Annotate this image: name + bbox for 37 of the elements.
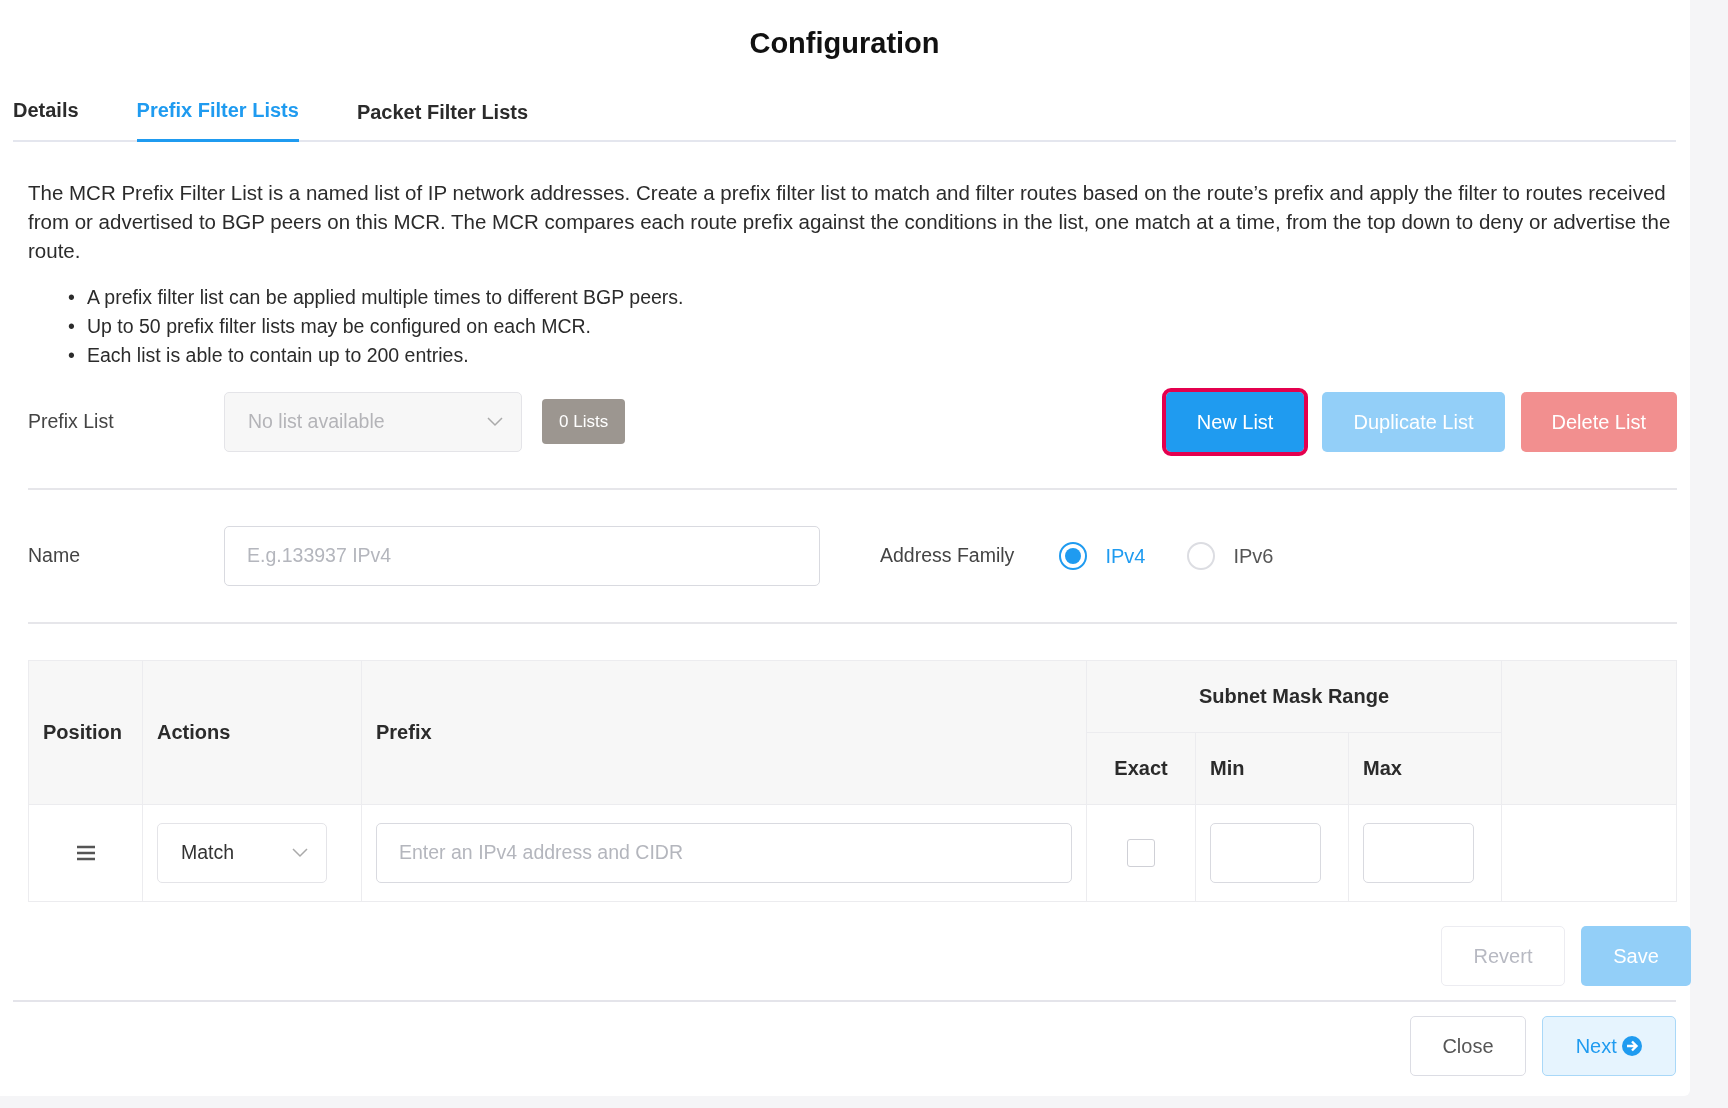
bullet-item: Each list is able to contain up to 200 entries. [87,342,469,368]
bullet-marker: • [68,313,76,339]
list-count-badge: 0 Lists [542,398,626,445]
max-input-field[interactable] [1363,822,1474,883]
column-header: Min [1195,732,1349,804]
next-button[interactable]: Next [1542,1015,1676,1076]
bullet-item: A prefix filter list can be applied multiple times to different BGP peers. [87,284,684,310]
dialog-title: Configuration [748,26,941,61]
bullet-marker: • [68,342,76,368]
action-select[interactable]: Match [157,822,327,883]
bullet-marker: • [68,284,76,310]
drag-handle-icon[interactable] [75,845,96,862]
tab[interactable]: Prefix Filter Lists [136,93,299,142]
action-button[interactable]: Close [1410,1015,1526,1076]
min-input-field[interactable] [1210,822,1321,883]
radio-label: IPv4 [1105,543,1146,569]
bullet-item: Up to 50 prefix filter lists may be configured on each MCR. [87,313,591,339]
field-label: Name [28,542,82,568]
tab[interactable]: Details [13,93,79,142]
field-label: Address Family [880,542,1015,568]
column-header: Prefix [361,660,1087,804]
tab[interactable]: Packet Filter Lists [356,93,529,142]
radio-label: IPv6 [1233,543,1274,569]
radio-button[interactable] [1059,541,1088,570]
chevron-down-icon [487,416,503,427]
column-group-header: Subnet Mask Range [1086,660,1502,732]
description-text: The MCR Prefix Filter List is a named list of IP network addresses. Create a prefix filter list to match and filter routes based on the route’s prefix and apply the filter to routes received from or advertised to BGP peers on this MCR. The MCR compares each route prefix against the conditions in the list, one match at a time, from the top down to deny or advertise the route. [28,179,1672,264]
column-header: Max [1348,732,1502,804]
checkbox[interactable] [1127,838,1155,867]
column-header: Position [28,660,143,804]
arrow-circle-right-icon [1622,1035,1643,1056]
chevron-down-icon [292,847,308,858]
prefix-input-field[interactable]: Enter an IPv4 address and CIDR [376,822,1072,883]
name-input-field[interactable]: E.g.133937 IPv4 [224,525,820,586]
column-header: Exact [1086,732,1196,804]
field-label: Prefix List [28,408,115,434]
column-header: Actions [142,660,362,804]
